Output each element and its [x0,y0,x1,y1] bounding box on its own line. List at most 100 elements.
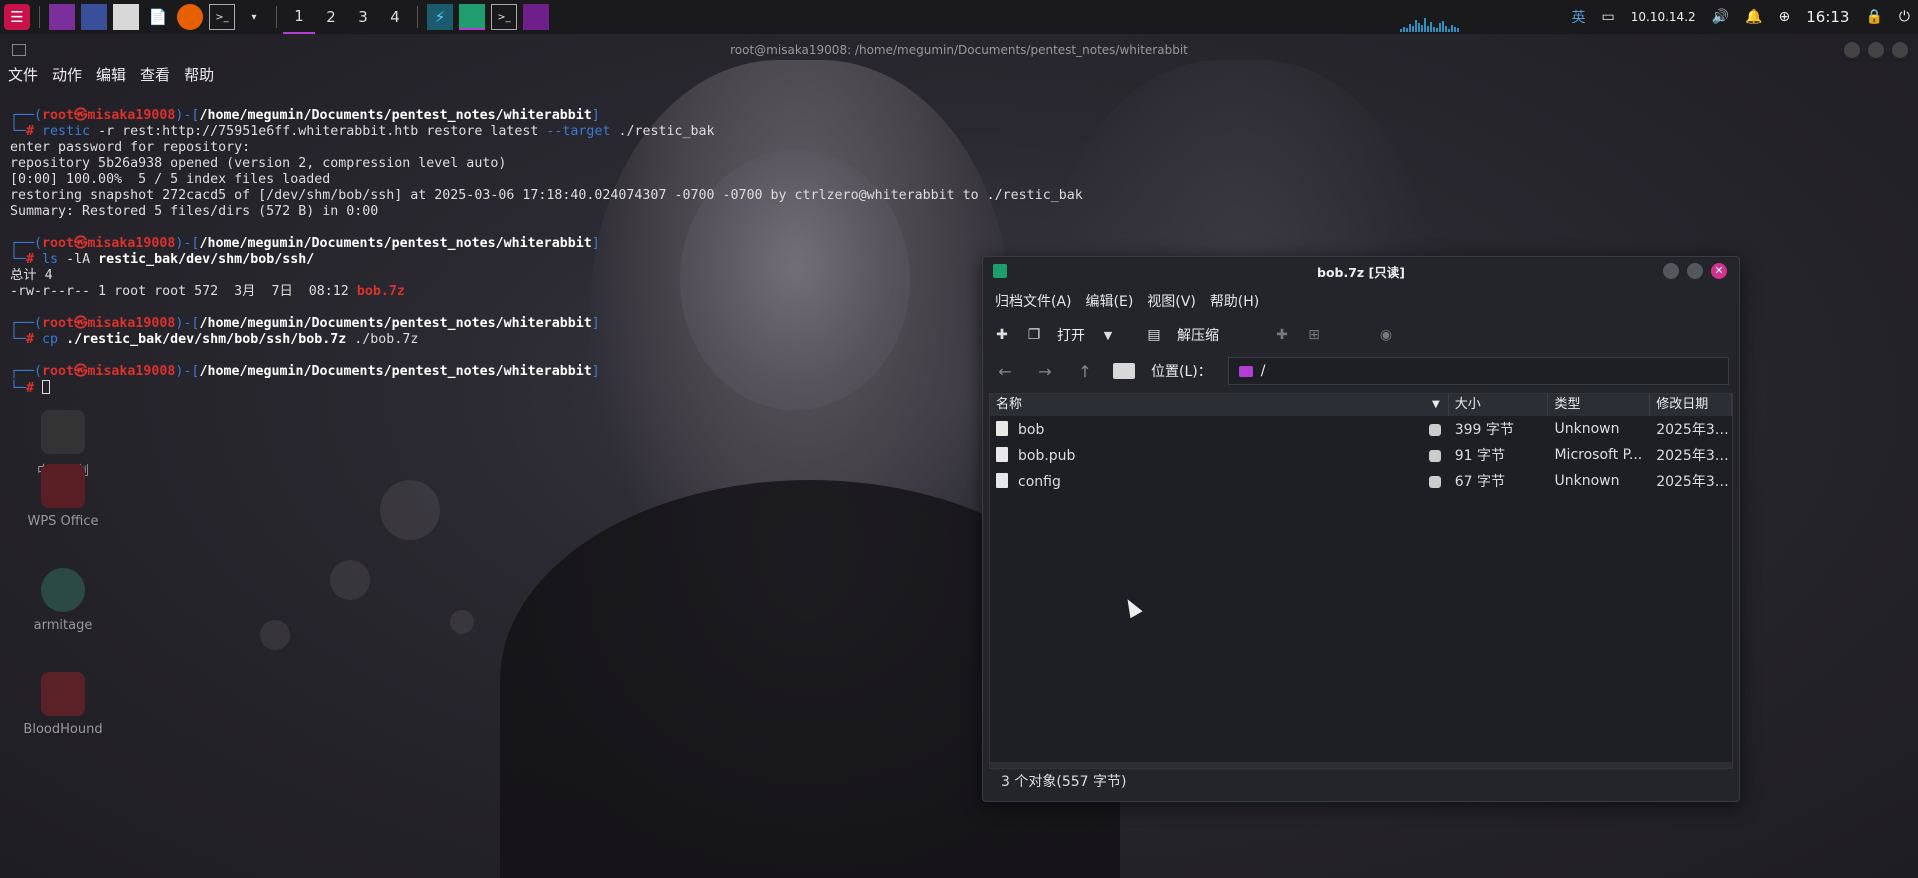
wallpaper-bokeh [450,610,474,634]
workspace-4[interactable]: 4 [379,0,411,34]
minimize-button[interactable] [1663,263,1679,279]
location-label: 位置(L)： [1151,364,1212,380]
extract-button[interactable]: 解压缩 [1177,325,1219,345]
kali-menu-icon[interactable]: ☰ [4,4,30,30]
ime-indicator[interactable]: 英 [1572,7,1586,27]
open-dropdown-icon[interactable]: ▼ [1099,326,1117,344]
open-archive-icon[interactable]: ❐ [1025,326,1043,344]
archive-app-icon [993,264,1007,278]
table-row[interactable]: bob 399 字节 Unknown 2025年3月7. [990,416,1732,442]
archive-menu-bar: 归档文件(A) 编辑(E) 视图(V) 帮助(H) [983,285,1739,317]
menu-help[interactable]: 帮助 [184,64,214,85]
volume-icon[interactable]: 🔊 [1712,9,1729,25]
notification-bell-icon[interactable]: 🔔 [1745,9,1762,25]
menu-edit[interactable]: 编辑(E) [1086,291,1134,311]
terminal-window-controls [1844,42,1908,58]
menu-file[interactable]: 文件 [8,64,38,85]
column-size[interactable]: 大小 [1449,394,1549,416]
desktop-show-icon[interactable] [81,4,107,30]
task-folder-icon[interactable] [523,4,549,30]
maximize-button[interactable] [1868,42,1884,58]
top-taskbar: ☰ 📄 >_ ▾ 1 2 3 4 ⚡ >_ 英 ▭ 10.10.14.2 🔊 🔔… [0,0,1918,34]
file-list-header: 名称 ▼ 大小 类型 修改日期 [990,394,1732,416]
status-bar: 3 个对象(557 字节) [1001,774,1127,790]
open-button[interactable]: 打开 [1057,325,1085,345]
wps-office-icon [41,464,85,508]
table-row[interactable]: config 67 字节 Unknown 2025年3月7. [990,468,1732,494]
minimize-button[interactable] [1844,42,1860,58]
horizontal-scrollbar[interactable] [990,762,1732,768]
lock-icon [1428,449,1441,462]
workspace-3[interactable]: 3 [347,0,379,34]
terminal-title: root@misaka19008: /home/megumin/Document… [730,43,1188,57]
close-button[interactable]: ✕ [1711,263,1727,279]
file-icon [996,446,1008,462]
archive-title: bob.7z [只读] [1317,264,1405,280]
logout-icon[interactable]: ⏻ [1899,9,1910,25]
new-archive-icon[interactable]: ✚ [993,326,1011,344]
update-icon[interactable]: ⊕ [1779,9,1791,25]
terminal-launcher-icon[interactable] [49,4,75,30]
desktop-icon-armitage[interactable]: armitage [8,568,118,633]
sort-indicator-icon: ▼ [1432,399,1440,410]
text-editor-icon[interactable]: 📄 [145,4,171,30]
home-folder-icon[interactable] [1113,363,1135,379]
location-bar: ← → ↑ 位置(L)： / [983,353,1739,389]
add-files-icon[interactable]: ✚ [1273,326,1291,344]
file-icon [996,420,1008,436]
cpu-graph [1399,2,1550,32]
close-button[interactable] [1892,42,1908,58]
menu-archive[interactable]: 归档文件(A) [995,291,1072,311]
menu-action[interactable]: 动作 [52,64,82,85]
back-arrow-icon[interactable]: ← [993,362,1017,381]
wallpaper-bokeh [260,620,290,650]
wallpaper-bokeh [380,480,440,540]
desktop-icon-wps[interactable]: WPS Office [8,464,118,529]
file-icon [996,472,1008,488]
location-field[interactable]: / [1227,357,1729,385]
wallpaper-bokeh [330,560,370,600]
folder-icon [1238,365,1253,377]
firefox-icon[interactable] [177,4,203,30]
stop-icon[interactable]: ◉ [1377,326,1395,344]
column-date[interactable]: 修改日期 [1650,394,1732,416]
clock[interactable]: 16:13 [1806,8,1849,26]
archive-titlebar[interactable]: bob.7z [只读] ✕ [983,257,1739,285]
bloodhound-icon [41,672,85,716]
armitage-icon [41,568,85,612]
archive-window-controls: ✕ [1663,263,1727,279]
chevron-down-icon[interactable]: ▾ [241,4,267,30]
up-arrow-icon[interactable]: ↑ [1073,362,1097,381]
workspace-1[interactable]: 1 [283,0,315,34]
menu-view[interactable]: 视图(V) [1147,291,1196,311]
antsword-icon [41,410,85,454]
desktop-icon-bloodhound[interactable]: BloodHound [8,672,118,737]
terminal-icon[interactable]: >_ [209,4,235,30]
task-terminal-icon[interactable]: >_ [491,4,517,30]
terminal-output[interactable]: ┌──(root㉿misaka19008)-[/home/megumin/Doc… [10,108,1083,397]
add-folder-icon[interactable]: ⊞ [1305,326,1323,344]
archive-manager-window: bob.7z [只读] ✕ 归档文件(A) 编辑(E) 视图(V) 帮助(H) … [982,256,1740,802]
column-type[interactable]: 类型 [1548,394,1651,416]
file-list[interactable]: 名称 ▼ 大小 类型 修改日期 bob 399 字节 Unknown 2025年3… [989,393,1733,769]
lock-icon [1428,423,1441,436]
system-tray: 英 ▭ 10.10.14.2 🔊 🔔 ⊕ 16:13 🔒 ⏻ [1399,0,1918,34]
terminal-app-icon [12,44,26,56]
extract-icon[interactable]: ▤ [1145,326,1163,344]
column-name[interactable]: 名称 ▼ [990,394,1449,416]
task-wireshark-icon[interactable]: ⚡ [427,4,453,30]
task-archive-icon[interactable] [459,4,485,30]
vpn-ip[interactable]: 10.10.14.2 [1631,10,1696,24]
lock-screen-icon[interactable]: 🔒 [1865,9,1882,25]
forward-arrow-icon[interactable]: → [1033,362,1057,381]
workspace-2[interactable]: 2 [315,0,347,34]
terminal-menu-bar: 文件 动作 编辑 查看 帮助 [8,64,214,85]
menu-view[interactable]: 查看 [140,64,170,85]
table-row[interactable]: bob.pub 91 字节 Microsoft P... 2025年3月7. [990,442,1732,468]
maximize-button[interactable] [1687,263,1703,279]
menu-help[interactable]: 帮助(H) [1210,291,1259,311]
archive-toolbar: ✚ ❐ 打开 ▼ ▤ 解压缩 ✚ ⊞ ◉ [983,317,1739,353]
menu-edit[interactable]: 编辑 [96,64,126,85]
display-icon[interactable]: ▭ [1602,9,1615,25]
file-manager-icon[interactable] [113,4,139,30]
